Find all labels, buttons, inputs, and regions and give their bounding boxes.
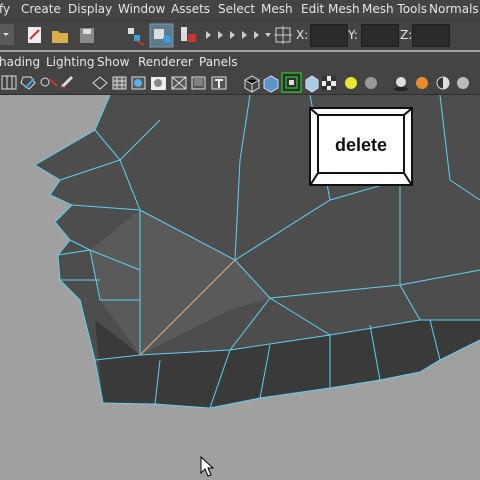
panel-toolbar	[0, 72, 480, 95]
menu-edit-mesh[interactable]: Edit Mesh	[301, 2, 360, 16]
z-label: Z:	[400, 28, 413, 42]
wireframe-icon[interactable]	[92, 76, 108, 90]
motion-blur-icon[interactable]	[436, 76, 450, 90]
light-bulb-icon[interactable]	[345, 77, 357, 89]
snap-arrows-icon[interactable]	[206, 31, 259, 39]
x-coordinate-field[interactable]	[310, 24, 348, 47]
panel-menu-show[interactable]: Show	[97, 55, 129, 69]
cube-icon[interactable]	[244, 75, 260, 93]
x-label: X:	[296, 28, 309, 42]
y-coordinate-field[interactable]	[361, 24, 399, 47]
chevron-down-icon[interactable]	[265, 33, 271, 37]
grid-icon[interactable]	[112, 76, 127, 90]
status-line: X: Y: Z:	[0, 20, 480, 50]
layout-icon[interactable]	[1, 75, 17, 90]
component-mode-icon[interactable]	[181, 27, 196, 42]
panel-menu-bar: hading Lighting Show Renderer Panels	[0, 52, 480, 72]
menu-normals[interactable]: Normals	[429, 2, 479, 16]
open-scene-icon[interactable]	[52, 31, 68, 43]
checker-icon[interactable]	[322, 76, 336, 90]
panel-menu-shading[interactable]: hading	[0, 55, 40, 69]
panel-menu-renderer[interactable]: Renderer	[138, 55, 193, 69]
menu-assets[interactable]: Assets	[171, 2, 210, 16]
shadow-icon[interactable]	[394, 77, 408, 91]
menu-create[interactable]: Create	[21, 2, 61, 16]
lighting-icon[interactable]	[305, 75, 319, 93]
text-icon[interactable]	[211, 76, 227, 90]
menu-mesh-tools[interactable]: Mesh Tools	[362, 2, 427, 16]
texture-icon[interactable]	[191, 76, 206, 90]
sphere-icon[interactable]	[365, 77, 377, 89]
save-scene-icon[interactable]	[80, 28, 94, 43]
y-label: Y:	[348, 28, 358, 42]
delete-key-label: delete	[334, 135, 388, 155]
menu-display[interactable]: Display	[68, 2, 112, 16]
camera-attributes-icon[interactable]	[20, 76, 36, 90]
pointer-cursor-icon	[200, 456, 215, 477]
main-menu-bar: fy Create Display Window Assets Select M…	[0, 0, 480, 20]
transform-crosshair-icon[interactable]	[274, 26, 292, 44]
shaded-cube-icon[interactable]	[263, 75, 279, 93]
select-by-hierarchy-icon[interactable]	[128, 28, 145, 46]
bookmark-icon[interactable]	[40, 77, 58, 87]
flat-shade-icon[interactable]	[151, 77, 166, 90]
menu-window[interactable]: Window	[118, 2, 165, 16]
ambient-occlusion-icon[interactable]	[416, 77, 428, 89]
panel-menu-lighting[interactable]: Lighting	[46, 55, 95, 69]
panel-menu-panels[interactable]: Panels	[199, 55, 238, 69]
smooth-shade-icon[interactable]	[131, 76, 146, 90]
new-scene-icon[interactable]	[28, 27, 41, 43]
menu-modify[interactable]: fy	[0, 2, 10, 16]
camera-pencil-icon[interactable]	[60, 75, 74, 89]
xray-icon[interactable]	[171, 76, 187, 90]
z-coordinate-field[interactable]	[412, 24, 450, 47]
anti-alias-icon[interactable]	[457, 77, 469, 89]
delete-key-overlay: delete	[309, 107, 413, 186]
menu-select[interactable]: Select	[218, 2, 255, 16]
menu-mesh[interactable]: Mesh	[261, 2, 293, 16]
